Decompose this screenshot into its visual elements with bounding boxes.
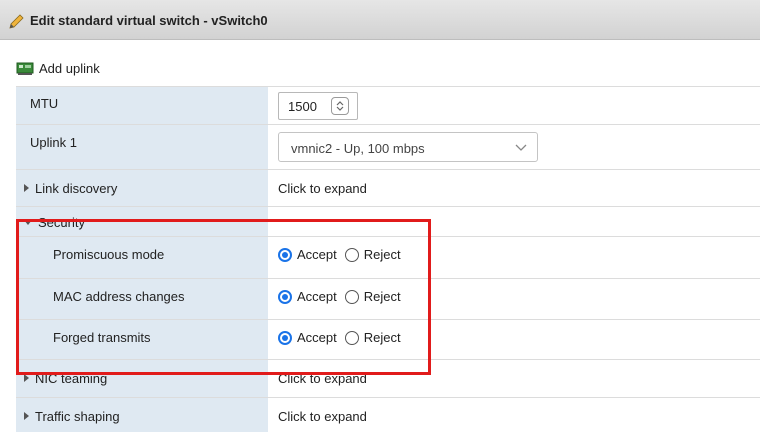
settings-grid: MTU 1500 Uplink 1 vmnic2 - Up, 100 mbps (16, 86, 760, 432)
uplink1-label: Uplink 1 (30, 135, 77, 150)
uplink1-row: Uplink 1 vmnic2 - Up, 100 mbps (16, 124, 760, 169)
forged-transmits-options: Accept Reject (278, 330, 409, 345)
mac-reject-radio[interactable]: Reject (344, 289, 401, 304)
traffic-shaping-label: Traffic shaping (35, 409, 120, 424)
promiscuous-accept-radio[interactable]: Accept (278, 247, 337, 262)
promiscuous-mode-row: Promiscuous mode Accept Reject (16, 236, 760, 278)
uplink1-selected-value: vmnic2 - Up, 100 mbps (291, 141, 425, 156)
expand-arrow-icon (24, 184, 29, 192)
expand-arrow-icon (24, 412, 29, 420)
forged-transmits-row: Forged transmits Accept Reject (16, 319, 760, 359)
promiscuous-mode-label: Promiscuous mode (53, 247, 165, 262)
chevron-down-icon (515, 144, 527, 151)
expand-arrow-icon (24, 374, 29, 382)
traffic-shaping-expand[interactable]: Click to expand (278, 409, 367, 424)
add-uplink-button[interactable]: Add uplink (16, 58, 100, 78)
forged-transmits-label: Forged transmits (53, 330, 151, 345)
add-uplink-label: Add uplink (39, 60, 100, 76)
promiscuous-mode-options: Accept Reject (278, 247, 409, 262)
uplink1-select[interactable]: vmnic2 - Up, 100 mbps (278, 132, 538, 162)
collapse-arrow-icon (24, 220, 32, 225)
mac-address-changes-options: Accept Reject (278, 289, 409, 304)
spinner-arrows-icon (336, 101, 344, 111)
promiscuous-reject-radio[interactable]: Reject (344, 247, 401, 262)
security-label: Security (38, 215, 85, 230)
nic-teaming-label: NIC teaming (35, 371, 108, 386)
mtu-spinner[interactable] (331, 97, 349, 115)
nic-teaming-expand[interactable]: Click to expand (278, 371, 367, 386)
dialog-title-bar: Edit standard virtual switch - vSwitch0 (0, 0, 760, 40)
link-discovery-expand[interactable]: Click to expand (278, 181, 367, 196)
mtu-row: MTU 1500 (16, 86, 760, 124)
traffic-shaping-row[interactable]: Traffic shaping Click to expand (16, 397, 760, 432)
pencil-icon (9, 14, 24, 29)
forged-accept-radio[interactable]: Accept (278, 330, 337, 345)
mac-accept-radio[interactable]: Accept (278, 289, 337, 304)
security-row[interactable]: Security (16, 206, 760, 236)
nic-teaming-row[interactable]: NIC teaming Click to expand (16, 359, 760, 397)
mtu-input[interactable]: 1500 (278, 92, 358, 120)
mac-address-changes-label: MAC address changes (53, 289, 185, 304)
link-discovery-label: Link discovery (35, 181, 118, 196)
link-discovery-row[interactable]: Link discovery Click to expand (16, 169, 760, 206)
mtu-value: 1500 (288, 99, 317, 114)
dialog-title: Edit standard virtual switch - vSwitch0 (30, 13, 268, 28)
mac-address-changes-row: MAC address changes Accept Reject (16, 278, 760, 319)
forged-reject-radio[interactable]: Reject (344, 330, 401, 345)
network-adapter-icon (16, 62, 34, 75)
mtu-label: MTU (30, 96, 59, 111)
